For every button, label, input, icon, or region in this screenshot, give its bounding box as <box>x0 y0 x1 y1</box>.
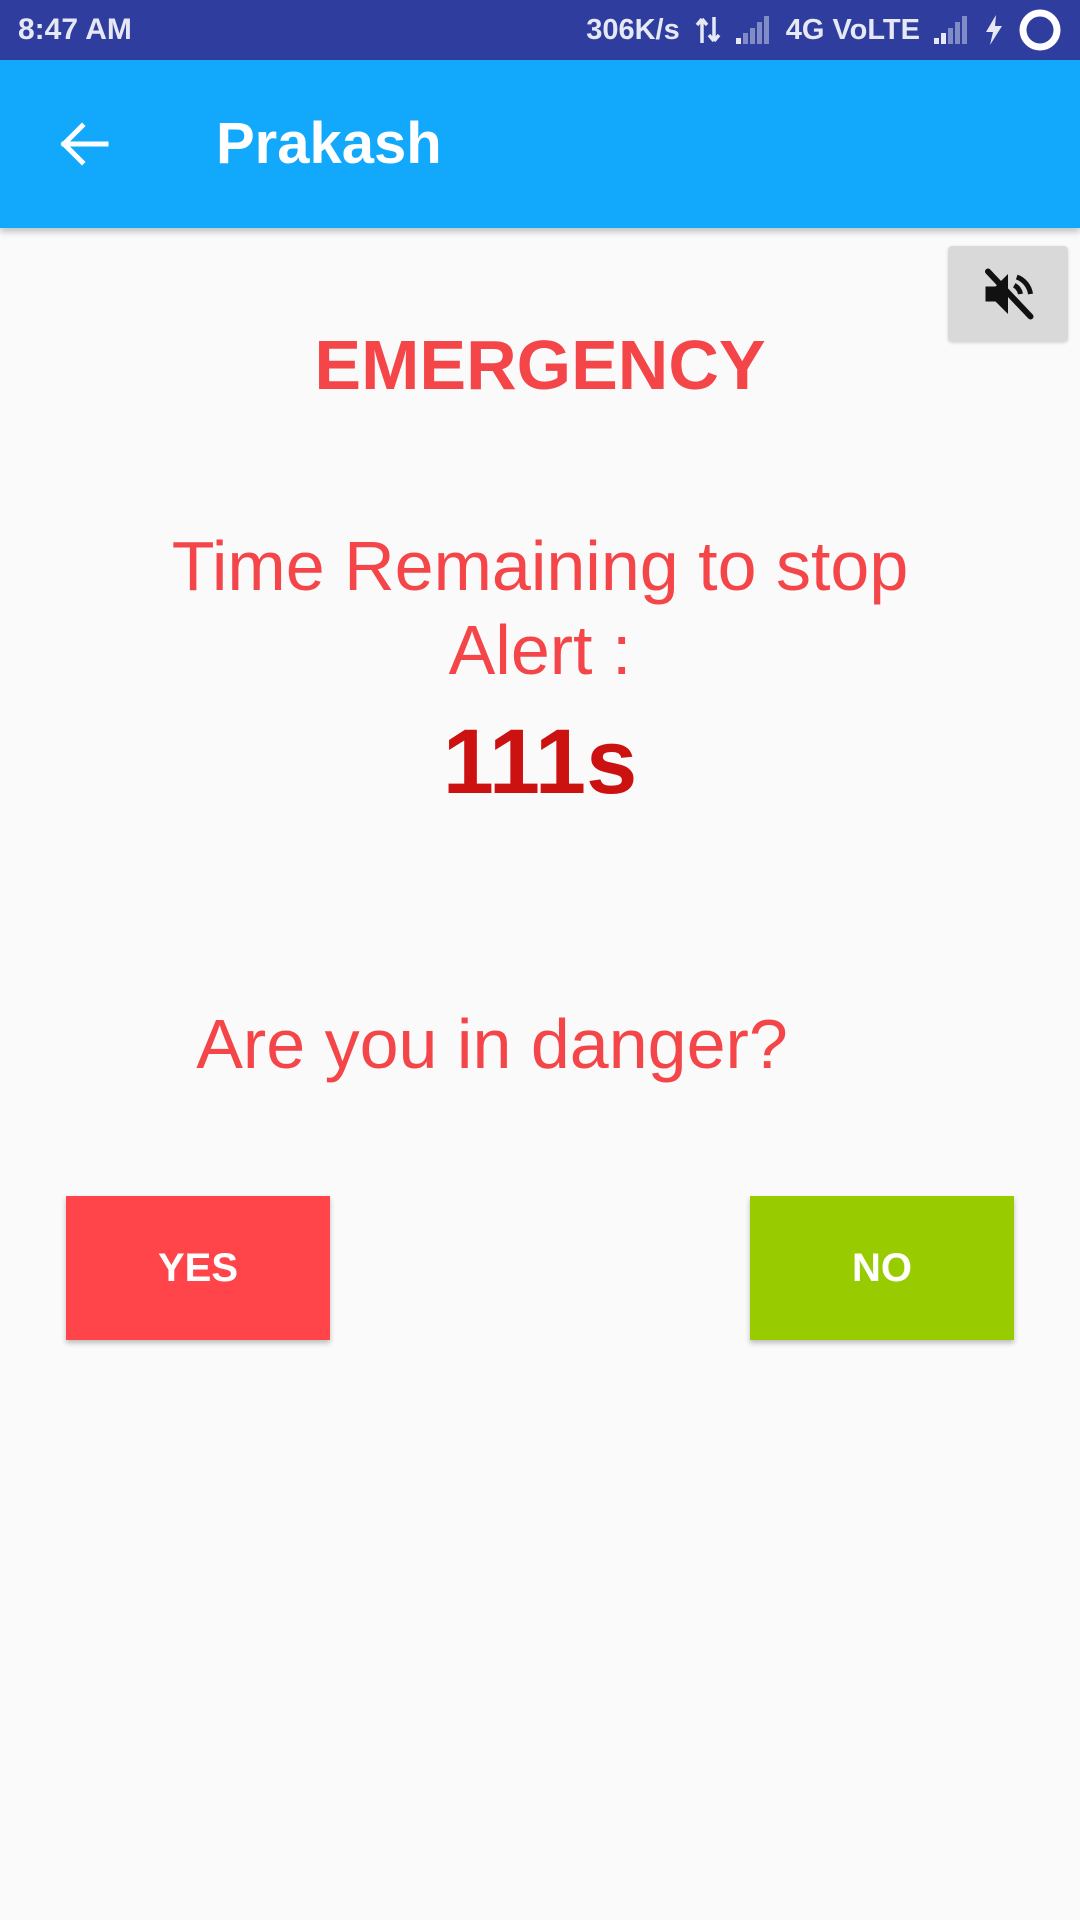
status-indicators: 306K/s 4G VoLTE <box>586 0 1062 60</box>
signal-icon <box>735 16 772 44</box>
status-bar: 8:47 AM 306K/s 4G VoLTE <box>0 0 1080 60</box>
charging-icon <box>984 15 1004 45</box>
data-transfer-icon <box>694 15 722 45</box>
app-title: Prakash <box>216 111 442 176</box>
countdown-value: 111s <box>442 711 638 813</box>
yes-button[interactable]: YES <box>66 1196 330 1340</box>
volume-off-icon <box>985 268 1034 320</box>
battery-ring-icon <box>1018 8 1062 52</box>
no-button[interactable]: NO <box>750 1196 1014 1340</box>
network-speed: 306K/s <box>586 14 680 46</box>
emergency-heading: EMERGENCY <box>314 326 766 404</box>
arrow-left-icon <box>60 122 109 166</box>
signal-icon <box>934 16 970 44</box>
network-type-label: 4G VoLTE <box>785 14 920 46</box>
app-bar: Prakash <box>0 60 1080 228</box>
back-button[interactable] <box>44 104 124 184</box>
status-time: 8:47 AM <box>18 13 132 46</box>
time-remaining-label: Time Remaining to stop Alert : <box>171 527 909 689</box>
danger-question: Are you in danger? <box>196 1005 788 1083</box>
